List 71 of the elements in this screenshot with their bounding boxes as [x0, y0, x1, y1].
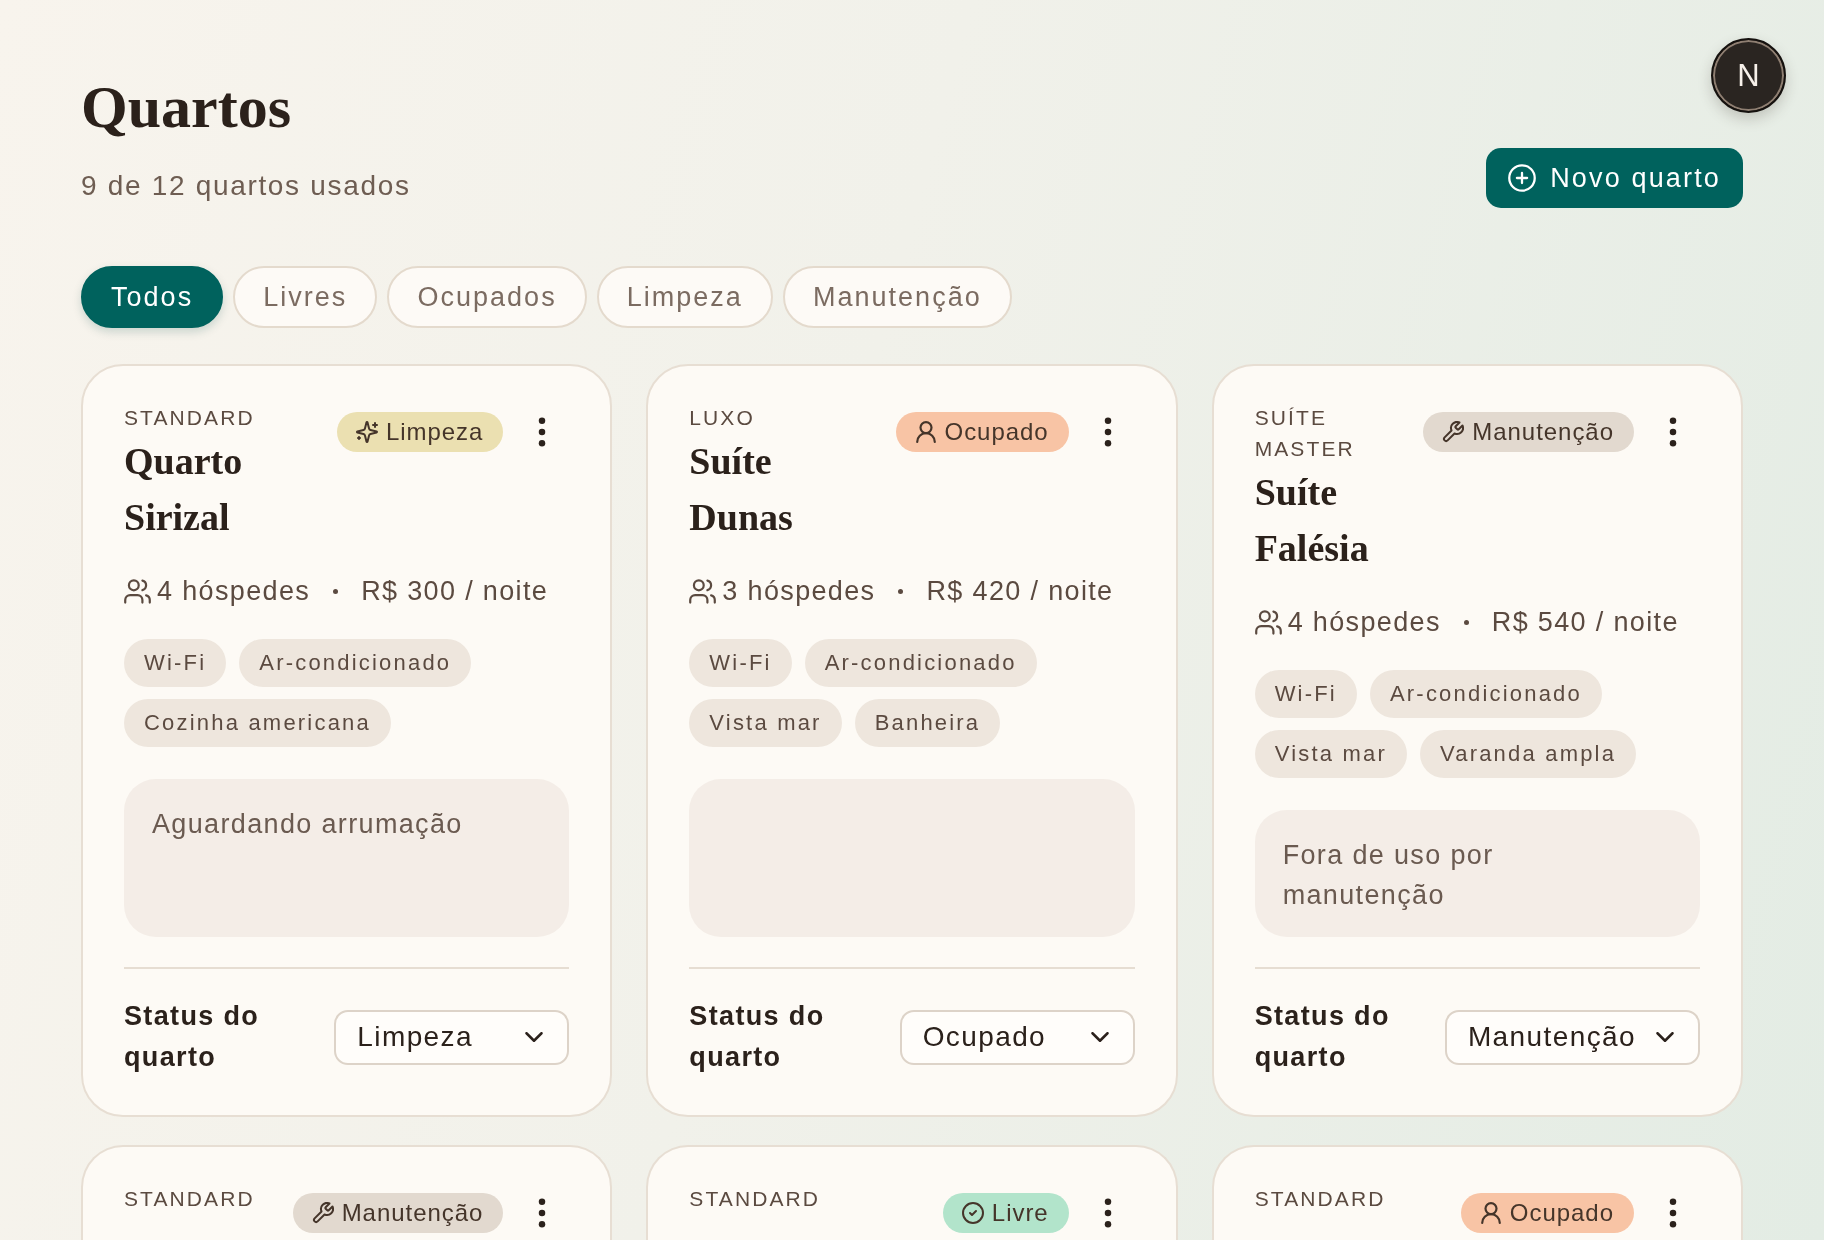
amenity-tag: Ar-condicionado	[804, 639, 1037, 687]
user-avatar[interactable]: N	[1711, 38, 1786, 113]
nightly-price: R$ 540 / noite	[1491, 606, 1679, 638]
notes-field[interactable]: Aguardando arrumação	[124, 779, 570, 937]
filter-tab[interactable]: Ocupados	[387, 266, 587, 328]
room-name: Suíte Falésia	[1254, 470, 1370, 571]
room-name: Quarto Sirizal	[124, 439, 244, 540]
room-name: Suíte Dunas	[689, 439, 794, 540]
room-type-label: STANDARD	[124, 1186, 256, 1212]
more-icon[interactable]	[538, 1198, 547, 1228]
filter-tab[interactable]: Livres	[233, 266, 378, 328]
status-select[interactable]: Manutenção	[1444, 1009, 1700, 1065]
guest-count: 4 hóspedes	[1287, 606, 1441, 638]
chevron-down-icon	[525, 1032, 544, 1042]
amenity-tag: Wi-Fi	[124, 639, 227, 687]
separator-dot-icon	[898, 588, 904, 594]
room-type-label: LUXO	[689, 405, 756, 431]
check-circle-icon	[961, 1202, 984, 1224]
nightly-price: R$ 420 / noite	[926, 575, 1114, 607]
amenity-tag: Banheira	[854, 699, 1001, 747]
filter-tab[interactable]: Todos	[81, 266, 224, 328]
chevron-down-icon	[1656, 1032, 1674, 1042]
page-subtitle: 9 de 12 quartos usados	[81, 169, 411, 203]
more-icon[interactable]	[1669, 1198, 1677, 1228]
room-type-label: SUÍTE MASTER	[1254, 405, 1356, 462]
amenity-tag: Ar-condicionado	[1369, 670, 1602, 718]
guest-count: 4 hóspedes	[157, 575, 311, 607]
notes-field[interactable]: Fora de uso por manutenção	[1254, 810, 1700, 937]
more-icon[interactable]	[1103, 417, 1112, 447]
room-type-label: STANDARD	[124, 405, 256, 431]
nightly-price: R$ 300 / noite	[361, 575, 549, 607]
filter-tab[interactable]: Limpeza	[596, 266, 773, 328]
wrench-icon	[1442, 421, 1465, 443]
more-icon[interactable]	[1103, 1198, 1112, 1228]
status-badge: Livre	[942, 1193, 1069, 1233]
separator-dot-icon	[1463, 619, 1469, 625]
amenity-tag: Ar-condicionado	[239, 639, 472, 687]
new-room-button[interactable]: Novo quarto	[1486, 148, 1743, 208]
guests-icon	[689, 578, 717, 604]
guests-icon	[1254, 609, 1282, 635]
amenity-tag: Wi-Fi	[689, 639, 792, 687]
plus-circle-icon	[1508, 164, 1537, 192]
amenity-tag: Wi-Fi	[1254, 670, 1357, 718]
filter-tab[interactable]: Manutenção	[782, 266, 1012, 328]
status-label: Status do quarto	[1254, 1000, 1391, 1074]
status-select[interactable]: Limpeza	[334, 1009, 570, 1065]
status-badge: Ocupado	[895, 412, 1069, 452]
status-badge: Manutenção	[292, 1193, 504, 1233]
status-label: Status do quarto	[689, 1000, 826, 1074]
more-icon[interactable]	[538, 417, 547, 447]
status-badge: Ocupado	[1460, 1193, 1634, 1233]
room-type-label: STANDARD	[689, 1186, 822, 1212]
amenity-tag: Vista mar	[689, 699, 842, 747]
status-select[interactable]: Ocupado	[899, 1009, 1135, 1065]
person-icon	[914, 421, 937, 443]
more-icon[interactable]	[1669, 417, 1677, 447]
wrench-icon	[311, 1202, 334, 1224]
page-title: Quartos	[81, 74, 292, 140]
separator-dot-icon	[333, 588, 339, 594]
guest-count: 3 hóspedes	[722, 575, 876, 607]
amenity-tag: Vista mar	[1254, 730, 1407, 778]
status-badge: Limpeza	[336, 412, 504, 452]
status-label: Status do quarto	[124, 1000, 261, 1074]
amenity-tag: Cozinha americana	[124, 699, 391, 747]
amenity-tag: Varanda ampla	[1419, 730, 1637, 778]
status-badge: Manutenção	[1423, 412, 1634, 452]
chevron-down-icon	[1090, 1032, 1109, 1042]
guests-icon	[124, 578, 151, 604]
room-type-label: STANDARD	[1254, 1186, 1387, 1212]
sparkle-icon	[355, 421, 378, 443]
person-icon	[1479, 1202, 1502, 1224]
